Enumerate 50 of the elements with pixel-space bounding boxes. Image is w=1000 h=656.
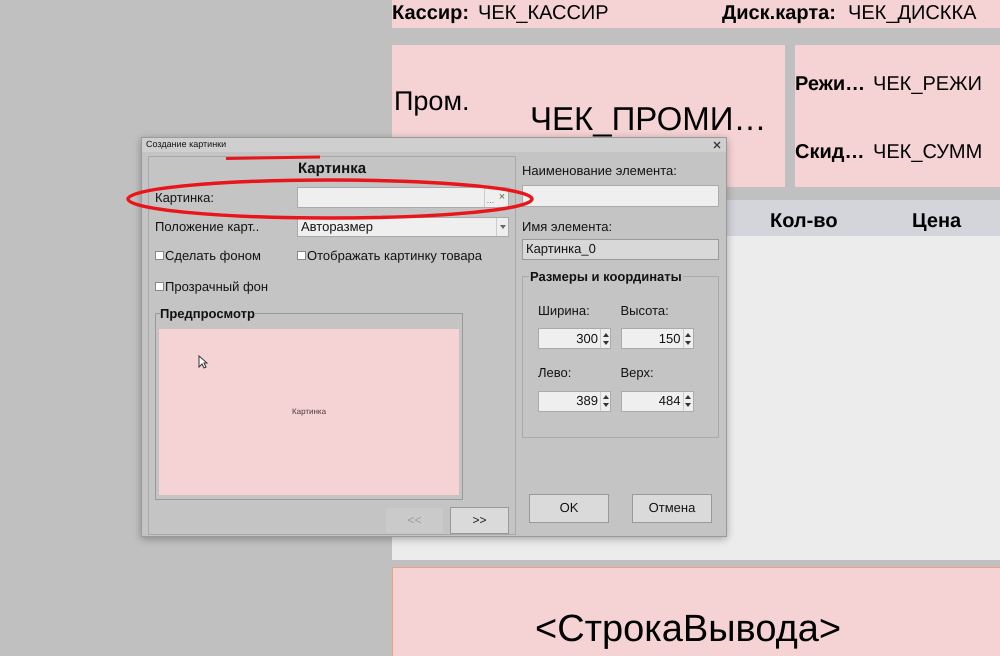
window-title: Создание картинки	[146, 138, 226, 151]
dropdown-arrow-icon[interactable]	[496, 218, 508, 236]
number-spinner[interactable]: 484	[620, 390, 694, 412]
output-line-text: <СтрокаВывода>	[535, 607, 842, 652]
field-label: Имя элемента:	[522, 218, 614, 232]
spinner-arrows-icon[interactable]	[682, 329, 692, 348]
spinner-arrows-icon[interactable]	[682, 392, 692, 410]
field-label: Диск.карта:	[722, 1, 836, 25]
field-label: Лево:	[538, 364, 572, 382]
cursor-icon	[198, 354, 208, 368]
checkbox[interactable]: Сделать фоном	[155, 246, 297, 265]
close-icon[interactable]	[712, 140, 722, 150]
preview-text: Картинка	[292, 406, 326, 418]
field-value: ЧЕК_СУММ	[873, 140, 982, 165]
column-header: Кол-во	[770, 209, 838, 234]
section-heading: Картинка	[296, 160, 368, 178]
browse-button[interactable]: ...	[484, 188, 496, 207]
field-label: Ширина:	[538, 302, 591, 320]
element-id-field[interactable]: Картинка_0	[522, 238, 719, 260]
field-value: ЧЕК_КАССИР	[478, 1, 609, 25]
field-value: ЧЕК_РЕЖИ	[873, 72, 982, 97]
dialog-button[interactable]: Отмена	[632, 494, 712, 522]
spinner-arrows-icon[interactable]	[600, 392, 610, 410]
picture-path-field[interactable]: ... ×	[297, 187, 509, 208]
column-header: Цена	[912, 209, 962, 234]
field-label: Картинка:	[155, 188, 215, 207]
field-value: ЧЕК_ДИСККА	[848, 1, 976, 25]
field-label: Положение карт..	[155, 218, 260, 236]
number-spinner[interactable]: 150	[620, 328, 694, 349]
checkbox[interactable]: Отображать картинку товара	[297, 246, 509, 265]
field-label: Верх:	[620, 364, 655, 382]
checkbox[interactable]: Прозрачный фон	[155, 277, 297, 296]
field-value: ЧЕК_ПРОМИ…	[530, 102, 766, 136]
checkbox-box[interactable]	[155, 282, 164, 292]
number-spinner[interactable]: 300	[538, 328, 611, 349]
nav-button[interactable]: >>	[450, 506, 509, 534]
spinner-arrows-icon[interactable]	[600, 329, 610, 348]
field-label: Наименование элемента:	[522, 162, 678, 176]
field-label: Высота:	[620, 302, 670, 320]
position-dropdown[interactable]: Авторазмер	[297, 216, 509, 236]
field-label: Кассир:	[392, 1, 469, 25]
field-label: Пром.	[394, 85, 470, 118]
clear-button[interactable]: ×	[496, 188, 508, 207]
checkbox-box[interactable]	[297, 250, 306, 260]
dialog-button[interactable]: OK	[529, 494, 609, 522]
field-label: Скид…	[795, 140, 864, 165]
element-name-field[interactable]	[522, 184, 719, 206]
checkbox-box[interactable]	[155, 250, 164, 260]
field-label: Режи…	[795, 72, 866, 97]
number-spinner[interactable]: 389	[538, 390, 611, 412]
